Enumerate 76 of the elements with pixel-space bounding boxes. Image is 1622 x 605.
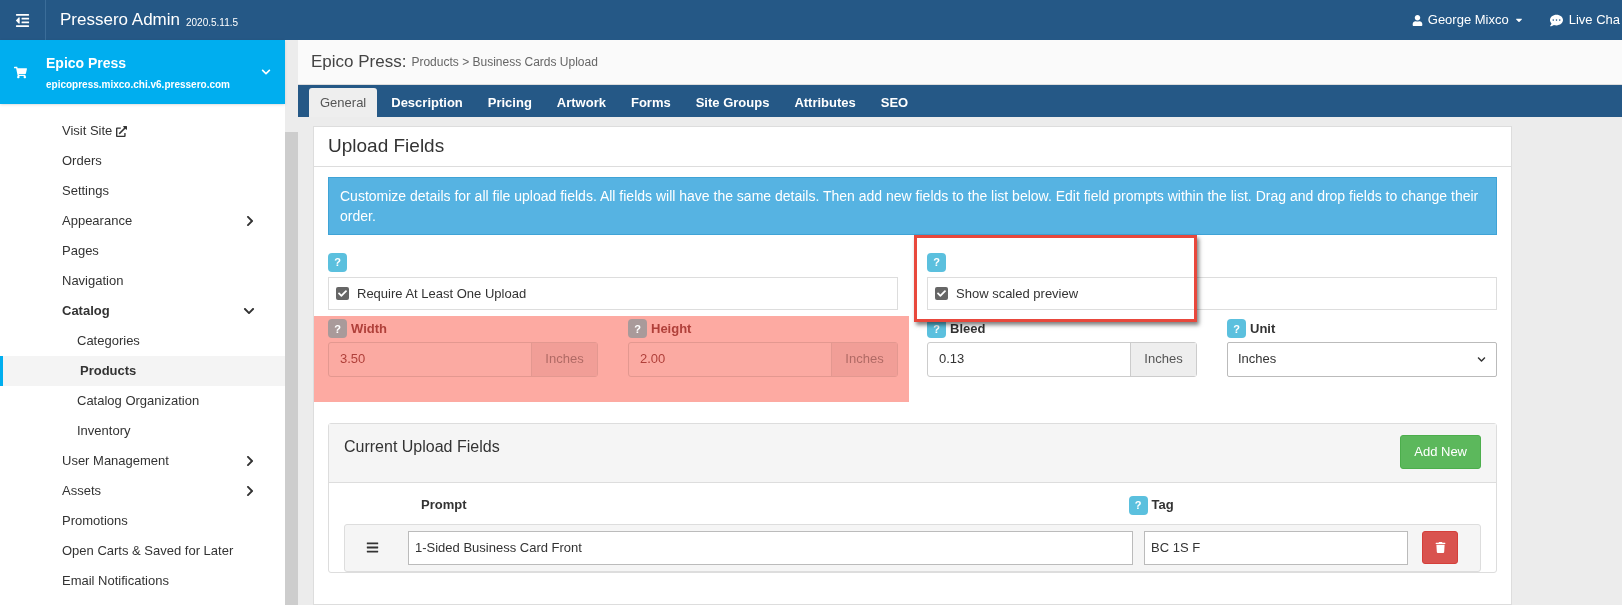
user-menu[interactable]: George Mixco [1411,10,1524,30]
tag-input[interactable]: BC 1S F [1144,530,1408,565]
sidebar-item-label: Visit Site [62,122,113,141]
menu-icon[interactable] [15,12,30,28]
user-icon [1411,14,1423,26]
sidebar-item[interactable]: Email Notifications [0,566,285,596]
cart-icon [14,65,27,79]
tab[interactable]: Site Groups [684,88,781,117]
column-header: Tag [1151,496,1174,515]
field-label: Unit [1250,320,1276,338]
sidebar-item[interactable]: Orders [0,146,285,176]
checkbox[interactable] [336,287,349,300]
sidebar-item-label: Orders [62,152,102,171]
sidebar-subitem[interactable]: Inventory [0,416,285,446]
sidebar-item[interactable]: Assets [0,476,285,506]
external-link-icon [116,125,128,137]
sidebar-item[interactable]: Visit Site [0,116,285,146]
chevron-down-icon [1477,354,1486,364]
upload-field-row[interactable]: 1-Sided Business Card Front BC 1S F [344,523,1481,572]
trash-icon [1434,542,1446,553]
tab[interactable]: Forms [619,88,682,117]
field-label: Bleed [950,320,986,338]
tab[interactable]: Pricing [476,88,543,117]
site-url: epicopress.mixco.chi.v6.pressero.com [46,77,230,92]
tab[interactable]: Description [380,88,474,117]
prompt-input[interactable]: 1-Sided Business Card Front [408,530,1133,565]
tab[interactable]: Artwork [545,88,617,117]
sidebar-item-label: Settings [62,182,109,201]
delete-button[interactable] [1422,531,1458,564]
sidebar-item[interactable]: Appearance [0,206,285,236]
sidebar-subitem[interactable]: Categories [0,326,285,356]
unit-addon: Inches [531,342,597,376]
sidebar-item-label: User Management [62,452,169,471]
sidebar-item[interactable]: Navigation [0,266,285,296]
version-label: 2020.5.11.5 [186,15,239,30]
card-title: Upload Fields [328,134,445,159]
sidebar-subitem[interactable]: Products [0,356,285,386]
sidebar-item[interactable]: User Management [0,446,285,476]
sidebar-subitem[interactable]: Catalog Organization [0,386,285,416]
sidebar-item-label: Appearance [62,212,133,231]
sidebar-item[interactable]: Promotions [0,506,285,536]
tab[interactable]: SEO [869,88,920,117]
sidebar-item[interactable]: Catalog [0,296,285,326]
tab[interactable]: General [309,88,378,117]
tab[interactable]: Attributes [783,88,867,117]
checkbox-label: Show scaled preview [956,284,1079,303]
chevron-down-icon [261,67,271,77]
info-banner: Customize details for all file upload fields. All fields will have the same details. Then add new fields to the list below. Edit field prompts within the list. Drag and drop fields to change their order. [328,177,1497,235]
input-field[interactable]: 0.13 Inches [927,341,1197,377]
sidebar-item-label: Pages [62,242,99,261]
breadcrumb-site: Epico Press: [311,51,407,74]
panel-title: Current Upload Fields [344,436,500,457]
breadcrumb-path: Products > Business Cards Upload [411,54,598,71]
unit-select[interactable]: Inches [1227,341,1497,377]
sidebar-item-label: Open Carts & Saved for Later [62,542,234,561]
sidebar-item[interactable]: Settings [0,176,285,206]
unit-addon: Inches [831,342,897,376]
checkbox[interactable] [935,287,948,300]
sidebar-item-label: Email Notifications [62,572,169,591]
sidebar-item[interactable]: Pages [0,236,285,266]
scrollbar[interactable] [285,132,298,605]
unit-addon: Inches [1130,342,1196,376]
sidebar-item-label: Promotions [62,512,128,531]
sidebar-item-label: Navigation [62,272,124,291]
speech-bubble-icon [1549,13,1563,27]
drag-handle-icon[interactable] [366,541,379,554]
field-label: Width [351,320,387,338]
sidebar-item-label: Catalog [62,302,110,321]
sidebar-item-label: Assets [62,482,101,501]
live-chat-button[interactable]: Live Cha [1549,10,1620,30]
sidebar-item[interactable]: Open Carts & Saved for Later [0,536,285,566]
column-header: Prompt [421,496,467,515]
app-title: Pressero Admin [60,9,180,32]
checkbox-label: Require At Least One Upload [357,284,527,303]
site-name: Epico Press [46,53,128,73]
field-label: Height [651,320,692,338]
